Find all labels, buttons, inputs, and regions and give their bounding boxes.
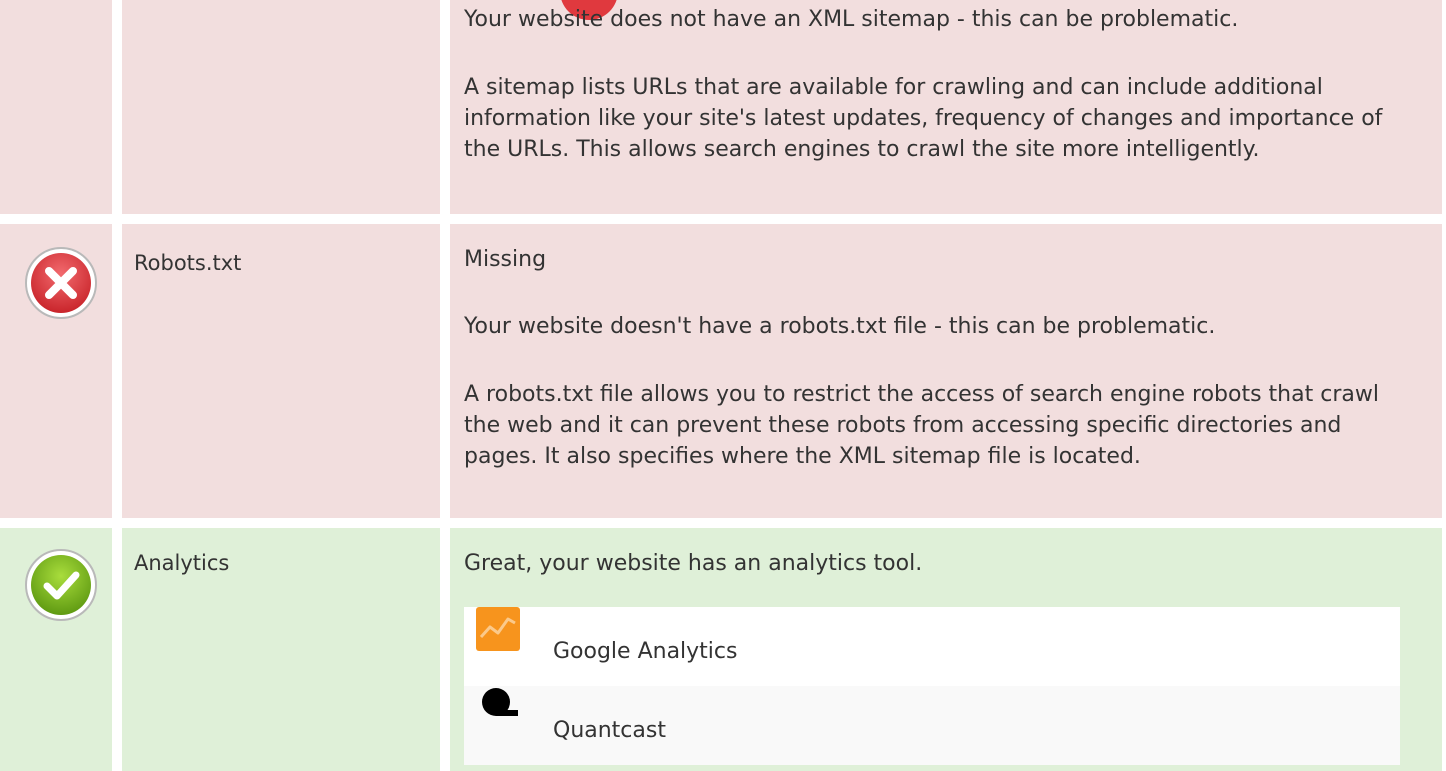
analytics-label: Analytics [134, 551, 230, 575]
seo-report: Your website does not have an XML sitema… [0, 0, 1446, 771]
sitemap-status-cell [0, 0, 112, 214]
robots-result: Missing [464, 247, 547, 272]
tool-name: Quantcast [553, 718, 666, 743]
robots-description: Your website doesn't have a robots.txt f… [464, 314, 1216, 339]
sitemap-row: Your website does not have an XML sitema… [0, 0, 1446, 214]
analytics-label-cell: Analytics [122, 528, 440, 771]
robots-status-cell [0, 224, 112, 518]
sitemap-details: A sitemap lists URLs that are available … [464, 75, 1383, 162]
sitemap-result-cell: Your website does not have an XML sitema… [450, 0, 1442, 214]
robots-label-cell: Robots.txt [122, 224, 440, 518]
check-icon [25, 549, 97, 621]
list-item: Quantcast [464, 686, 1400, 765]
robots-row: Robots.txt Missing Your website doesn't … [0, 224, 1446, 518]
analytics-tools-list: Google Analytics Quantcast [464, 607, 1400, 765]
robots-result-cell: Missing Your website doesn't have a robo… [450, 224, 1442, 518]
analytics-row: Analytics Great, your website has an ana… [0, 528, 1446, 771]
analytics-result-cell: Great, your website has an analytics too… [450, 528, 1442, 771]
robots-details: A robots.txt file allows you to restrict… [464, 382, 1379, 469]
error-icon [25, 247, 97, 319]
quantcast-icon [482, 688, 518, 716]
analytics-status-cell [0, 528, 112, 771]
sitemap-description: Your website does not have an XML sitema… [464, 7, 1239, 32]
google-analytics-icon [476, 607, 520, 651]
analytics-description: Great, your website has an analytics too… [464, 551, 923, 576]
sitemap-label-cell [122, 0, 440, 214]
robots-label: Robots.txt [134, 251, 242, 275]
list-item: Google Analytics [464, 607, 1400, 686]
tool-name: Google Analytics [553, 639, 738, 664]
